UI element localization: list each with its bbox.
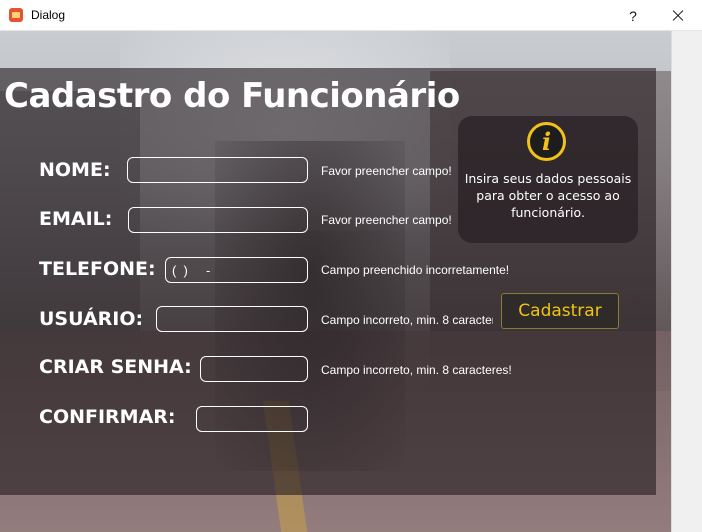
username-message: Campo incorreto, min. 8 caracteres! (321, 313, 493, 327)
info-text: Insira seus dados pessoais para obter o … (464, 171, 632, 220)
phone-message: Campo preenchido incorretamente! (321, 263, 510, 277)
password-message: Campo incorreto, min. 8 caracteres! (321, 363, 512, 377)
phone-label: TELEFONE: (39, 258, 156, 280)
email-message: Favor preencher campo! (321, 213, 452, 227)
submit-button[interactable]: Cadastrar (501, 293, 619, 329)
username-field[interactable] (156, 306, 308, 332)
confirm-label: CONFIRMAR: (39, 406, 176, 428)
password-field[interactable] (200, 356, 308, 382)
name-message: Favor preencher campo! (321, 164, 452, 178)
email-label: EMAIL: (39, 208, 113, 230)
password-label: CRIAR SENHA: (39, 356, 192, 378)
info-icon: i (527, 122, 566, 161)
page-title: Cadastro do Funcionário (4, 76, 460, 116)
window-title: Dialog (31, 8, 66, 22)
window-scrollbar[interactable] (671, 31, 702, 532)
app-icon (9, 8, 23, 22)
username-label: USUÁRIO: (39, 308, 144, 330)
confirm-password-field[interactable] (196, 406, 308, 432)
name-field[interactable] (127, 157, 308, 183)
email-field[interactable] (128, 207, 308, 233)
phone-field[interactable] (165, 257, 308, 283)
close-icon[interactable] (662, 4, 692, 28)
help-button[interactable]: ? (619, 4, 647, 28)
name-label: NOME: (39, 159, 111, 181)
title-bar: Dialog ? (0, 0, 702, 31)
